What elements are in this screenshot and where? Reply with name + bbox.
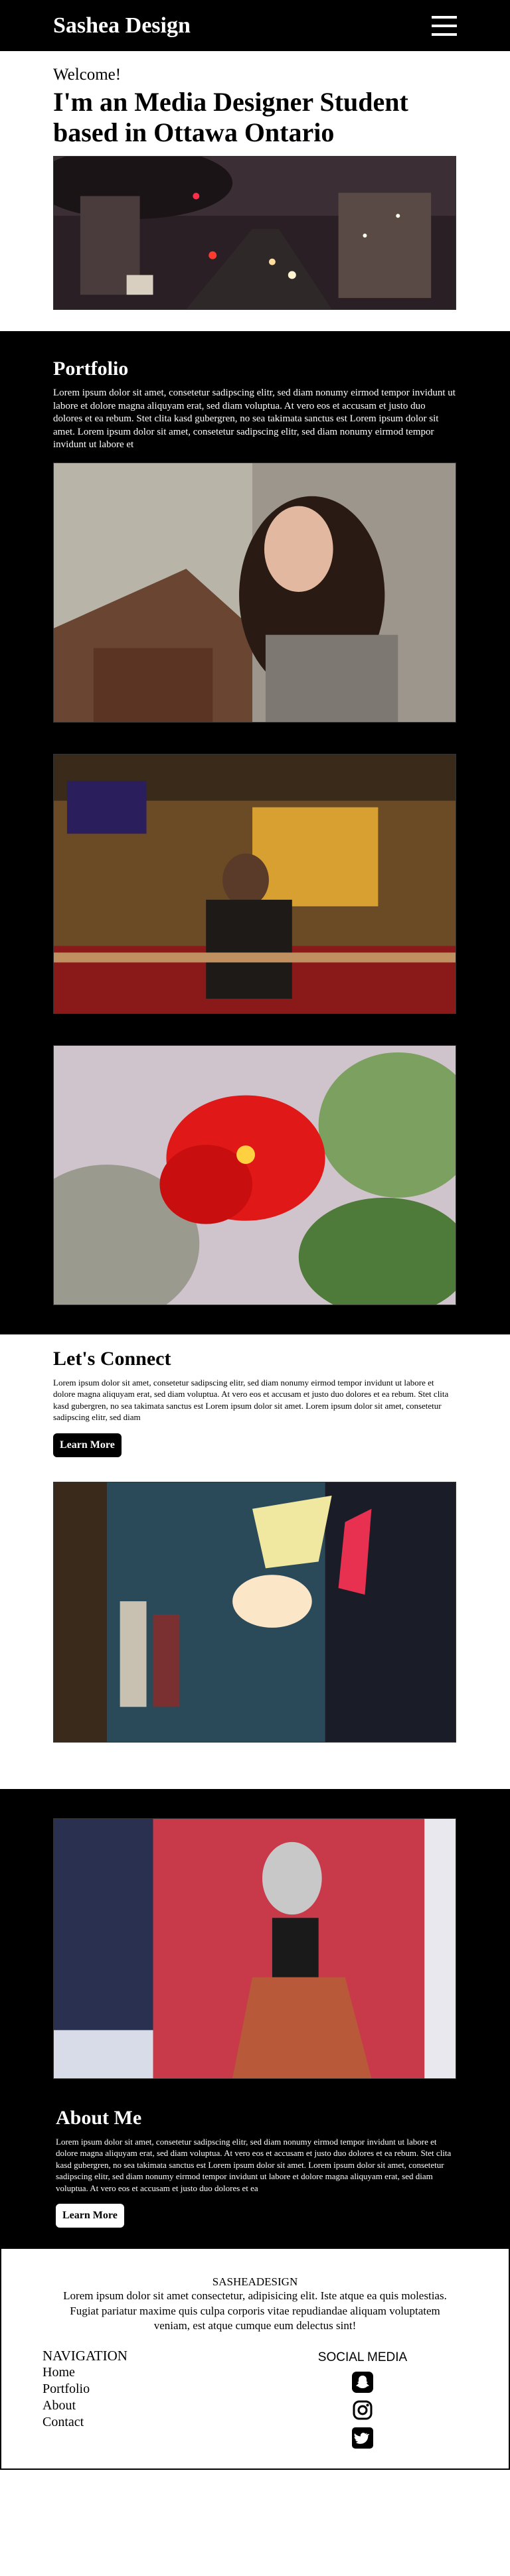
- snapchat-icon[interactable]: [352, 2371, 373, 2393]
- connect-text: Lorem ipsum dolor sit amet, consetetur s…: [53, 1377, 449, 1423]
- twitter-icon[interactable]: [352, 2427, 373, 2449]
- navigation-title: NAVIGATION: [42, 2347, 128, 2364]
- street-mural-photo[interactable]: [53, 1818, 456, 2079]
- learn-more-button[interactable]: Learn More: [53, 1433, 122, 1457]
- footer-link-about[interactable]: About: [42, 2397, 128, 2414]
- site-header: Sashea Design: [0, 0, 510, 51]
- hamburger-menu-icon[interactable]: [432, 15, 457, 36]
- portfolio-section: Portfolio Lorem ipsum dolor sit amet, co…: [0, 331, 510, 1334]
- about-text: Lorem ipsum dolor sit amet, consetetur s…: [56, 2136, 452, 2193]
- footer-navigation: NAVIGATION Home Portfolio About Contact: [41, 2348, 128, 2449]
- about-section: About Me Lorem ipsum dolor sit amet, con…: [0, 1788, 510, 2248]
- red-hibiscus-flower-photo[interactable]: [53, 1044, 456, 1305]
- about-title: About Me: [56, 2106, 142, 2129]
- footer-link-contact[interactable]: Contact: [42, 2414, 128, 2431]
- footer-columns: NAVIGATION Home Portfolio About Contact …: [41, 2348, 469, 2449]
- connect-title: Let's Connect: [53, 1347, 171, 1370]
- social-media-title: SOCIAL MEDIA: [317, 2350, 408, 2364]
- connect-section: Let's Connect Lorem ipsum dolor sit amet…: [0, 1334, 510, 1789]
- footer-social: SOCIAL MEDIA: [313, 2348, 412, 2449]
- site-logo[interactable]: Sashea Design: [53, 13, 191, 38]
- lamps-still-life-photo[interactable]: [53, 1481, 456, 1743]
- portfolio-title: Portfolio: [53, 358, 129, 380]
- woman-portrait-photo[interactable]: [53, 462, 456, 723]
- hero-section: Welcome! I'm an Media Designer Student b…: [0, 51, 510, 331]
- about-learn-more-button[interactable]: Learn More: [56, 2204, 124, 2228]
- footer-text: Lorem ipsum dolor sit amet consectetur, …: [63, 2289, 447, 2332]
- footer-link-portfolio[interactable]: Portfolio: [42, 2381, 128, 2397]
- instagram-icon[interactable]: [352, 2399, 373, 2421]
- hero-tagline: I'm an Media Designer Student based in O…: [53, 87, 408, 147]
- city-street-night-photo: [53, 156, 456, 310]
- bar-interior-photo[interactable]: [53, 753, 456, 1014]
- welcome-text: Welcome!: [53, 66, 122, 84]
- footer-link-home[interactable]: Home: [42, 2364, 128, 2381]
- footer-brand: SASHEADESIGN: [212, 2275, 298, 2289]
- portfolio-text: Lorem ipsum dolor sit amet, consetetur s…: [53, 388, 456, 450]
- site-footer: SASHEADESIGN Lorem ipsum dolor sit amet …: [0, 2248, 510, 2470]
